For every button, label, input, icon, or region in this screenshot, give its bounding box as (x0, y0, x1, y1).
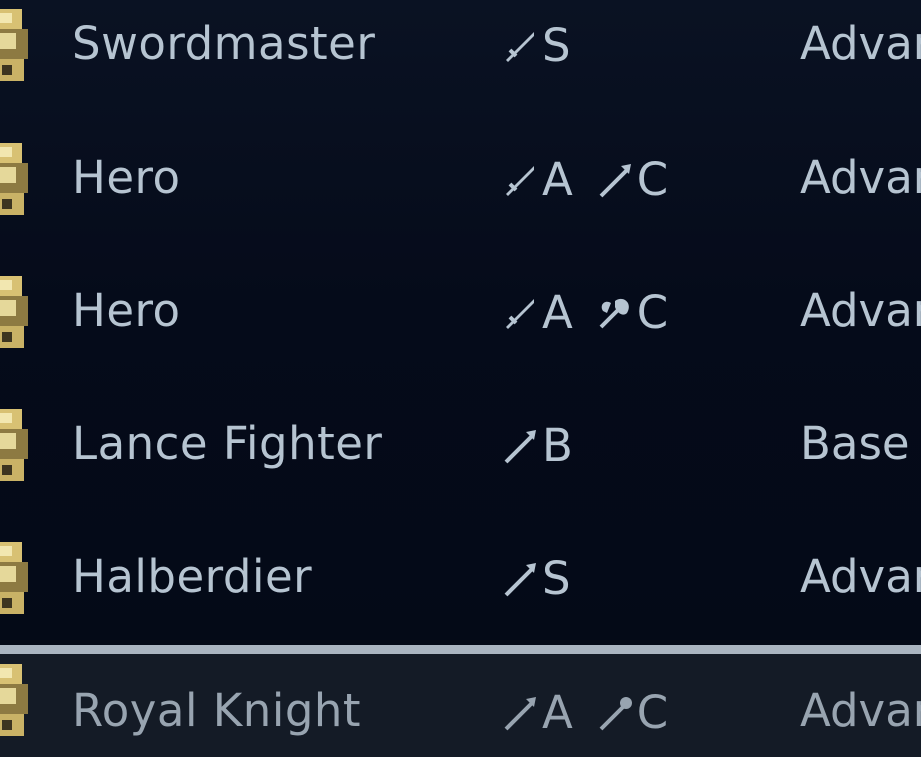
class-tier: Advan (800, 151, 921, 204)
class-tier: Advan (800, 284, 921, 337)
class-name: Lance Fighter (72, 417, 383, 470)
unit-sprite-icon (0, 664, 28, 736)
unit-sprite-icon (0, 409, 28, 481)
unit-sprite-icon (0, 9, 28, 81)
sword-icon (506, 298, 534, 329)
lance-icon (599, 163, 631, 197)
rank-letter: C (636, 286, 669, 339)
weapon-ranks: B (500, 419, 595, 472)
class-row-hero[interactable]: Hero A C Advan (0, 113, 921, 246)
lance-icon (504, 696, 536, 730)
proficiency: B (500, 419, 573, 472)
class-row-lance-fighter[interactable]: Lance Fighter B Base (0, 379, 921, 512)
class-tier: Advan (800, 684, 921, 737)
class-name: Halberdier (72, 550, 313, 603)
class-tier: Advan (800, 17, 921, 70)
sword-icon (506, 165, 534, 196)
class-name: Hero (72, 151, 181, 204)
proficiency: A (500, 153, 573, 206)
proficiency: C (595, 286, 668, 339)
proficiency: A (500, 686, 573, 739)
unit-sprite-icon (0, 143, 28, 215)
rank-letter: B (542, 419, 573, 472)
class-list: Swordmaster S Advan Hero (0, 0, 921, 757)
sword-icon (506, 31, 534, 62)
class-name: Swordmaster (72, 17, 376, 70)
unit-sprite-icon (0, 542, 28, 614)
class-row-swordmaster[interactable]: Swordmaster S Advan (0, 0, 921, 112)
proficiency: A (500, 286, 573, 339)
proficiency: S (500, 552, 571, 605)
weapon-ranks: S (500, 552, 593, 605)
weapon-ranks: A C (500, 686, 690, 739)
class-row-halberdier[interactable]: Halberdier S Advan (0, 512, 921, 645)
weapon-ranks: A C (500, 153, 690, 206)
lance-icon (504, 562, 536, 596)
rank-letter: S (542, 19, 571, 72)
lance-icon (504, 429, 536, 463)
class-name: Royal Knight (72, 684, 362, 737)
rank-letter: C (636, 686, 669, 739)
weapon-ranks: S (500, 19, 593, 72)
rank-letter: A (542, 286, 573, 339)
rank-letter: S (542, 552, 571, 605)
class-name: Hero (72, 284, 181, 337)
class-tier: Advan (800, 550, 921, 603)
unit-sprite-icon (0, 276, 28, 348)
proficiency: C (595, 153, 668, 206)
rank-letter: C (636, 153, 669, 206)
class-row-hero[interactable]: Hero A C Advan (0, 246, 921, 379)
rank-letter: A (542, 153, 573, 206)
weapon-ranks: A C (500, 286, 690, 339)
proficiency: S (500, 19, 571, 72)
staff-icon (599, 696, 632, 730)
class-row-royal-knight[interactable]: Royal Knight A C Advan (0, 645, 921, 757)
rank-letter: A (542, 686, 573, 739)
proficiency: C (595, 686, 668, 739)
class-tier: Base (800, 417, 910, 470)
axe-icon (599, 298, 629, 328)
